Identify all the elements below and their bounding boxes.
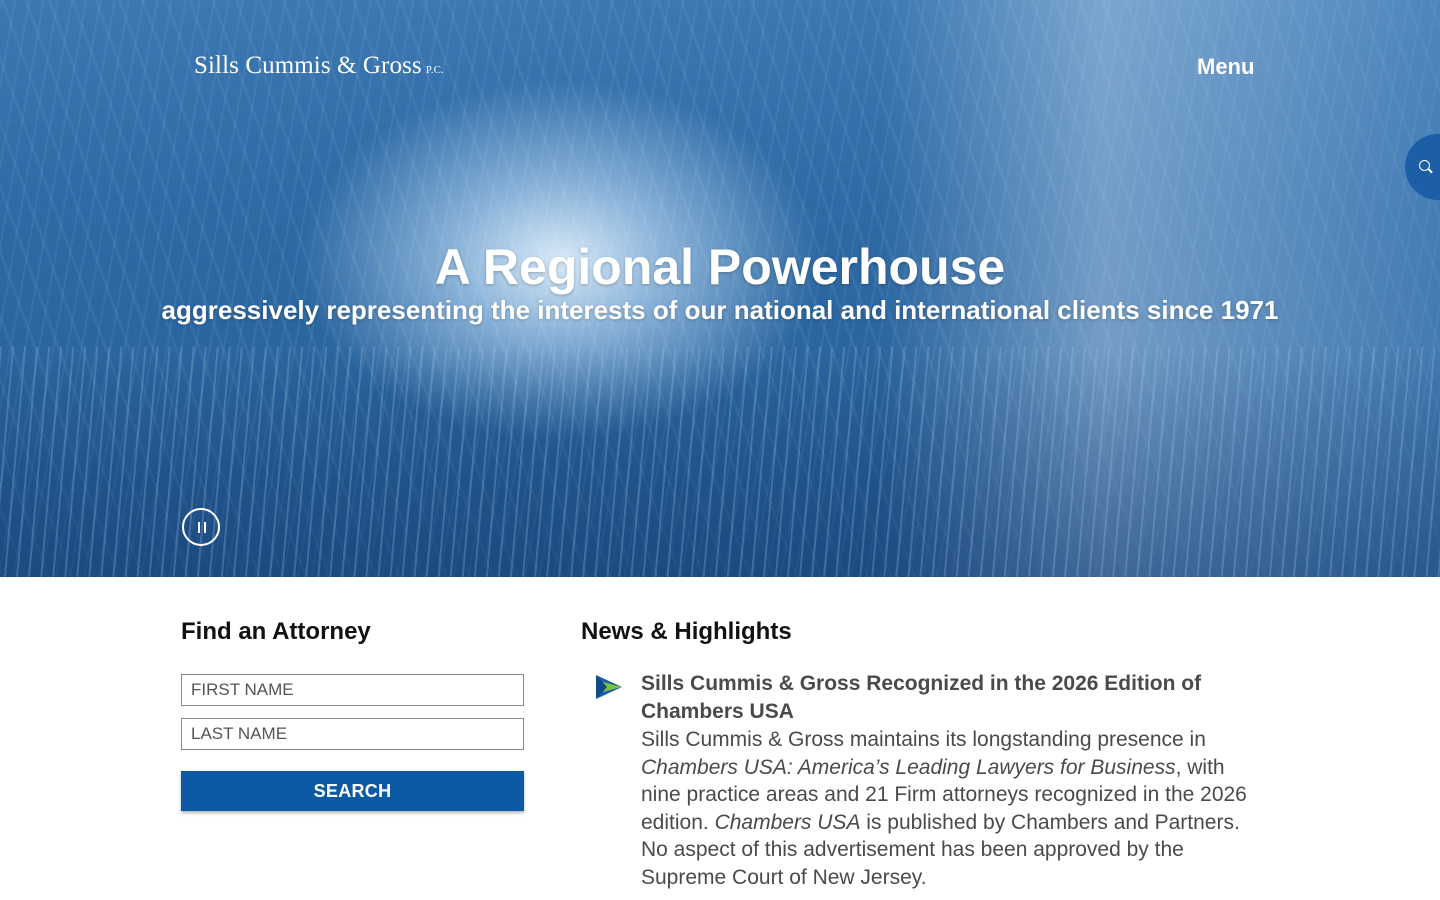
last-name-input[interactable] bbox=[181, 718, 524, 750]
news-item-title[interactable]: Sills Cummis & Gross Recognized in the 2… bbox=[641, 670, 1271, 726]
play-arrow-icon bbox=[596, 675, 622, 699]
news-body-text: Sills Cummis & Gross maintains its longs… bbox=[641, 728, 1206, 751]
news-item-body: Sills Cummis & Gross maintains its longs… bbox=[641, 726, 1266, 891]
hero-background-tracks bbox=[0, 347, 1440, 577]
attorney-search-button[interactable]: SEARCH bbox=[181, 771, 524, 811]
pause-slideshow-button[interactable] bbox=[182, 508, 220, 546]
hero-banner: Sills Cummis & Gross P.C. Menu A Regional… bbox=[0, 0, 1440, 577]
logo-text: Sills Cummis & Gross bbox=[194, 52, 422, 79]
site-logo[interactable]: Sills Cummis & Gross P.C. bbox=[194, 52, 444, 80]
find-attorney-heading: Find an Attorney bbox=[181, 618, 371, 645]
hero-subtitle: aggressively representing the interests … bbox=[161, 295, 1279, 325]
logo-suffix: P.C. bbox=[425, 64, 444, 76]
news-heading: News & Highlights bbox=[581, 618, 792, 645]
hero-title: A Regional Powerhouse bbox=[434, 239, 1006, 295]
news-highlights-panel: News & Highlights Sills Cummis & Gross R… bbox=[581, 618, 1271, 891]
first-name-input[interactable] bbox=[181, 674, 524, 706]
news-body-publication: Chambers USA bbox=[714, 810, 861, 834]
find-attorney-panel: Find an Attorney SEARCH bbox=[181, 618, 524, 811]
news-body-publication: Chambers USA: America’s Leading Lawyers … bbox=[641, 755, 1176, 779]
news-item[interactable]: Sills Cummis & Gross Recognized in the 2… bbox=[581, 670, 1271, 891]
search-icon bbox=[1419, 160, 1430, 171]
pause-icon-bar bbox=[204, 522, 206, 533]
pause-icon bbox=[198, 522, 200, 533]
menu-button[interactable]: Menu bbox=[1197, 54, 1254, 80]
